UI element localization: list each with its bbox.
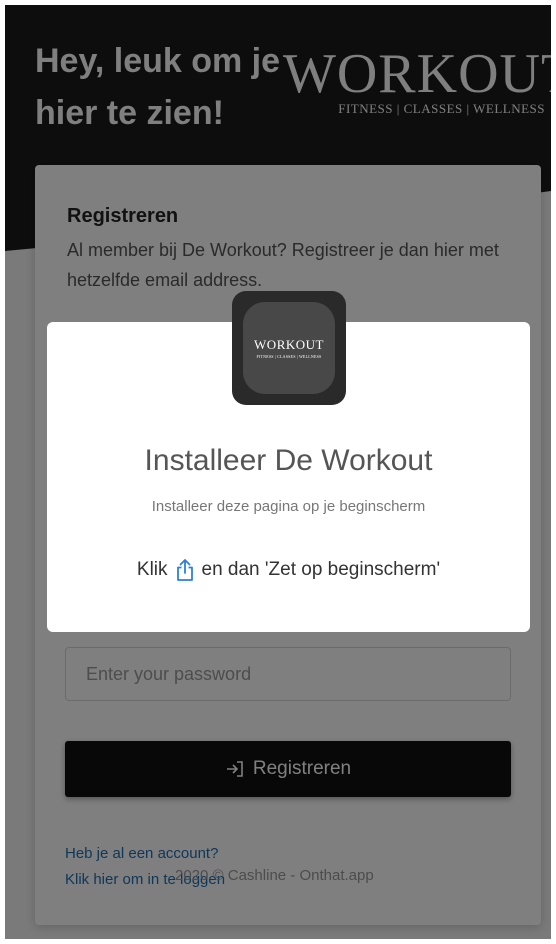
app-screen: Hey, leuk om je hier te zien! WORKOUT FI… <box>5 5 551 939</box>
instruction-suffix: en dan 'Zet op beginscherm' <box>201 559 441 580</box>
app-icon-brand: WORKOUT <box>254 337 324 352</box>
install-title: Installeer De Workout <box>144 444 433 477</box>
install-subtitle: Installeer deze pagina op je beginscherm <box>151 498 426 515</box>
app-icon-logo: WORKOUT FITNESS | CLASSES | WELLNESS <box>243 302 335 394</box>
app-icon-tagline: FITNESS | CLASSES | WELLNESS <box>256 354 322 359</box>
app-icon: WORKOUT FITNESS | CLASSES | WELLNESS <box>232 291 346 405</box>
share-icon <box>176 559 193 581</box>
instruction-prefix: Klik <box>136 559 168 580</box>
install-instruction: Klik en dan 'Zet op beginscherm' <box>47 558 530 582</box>
